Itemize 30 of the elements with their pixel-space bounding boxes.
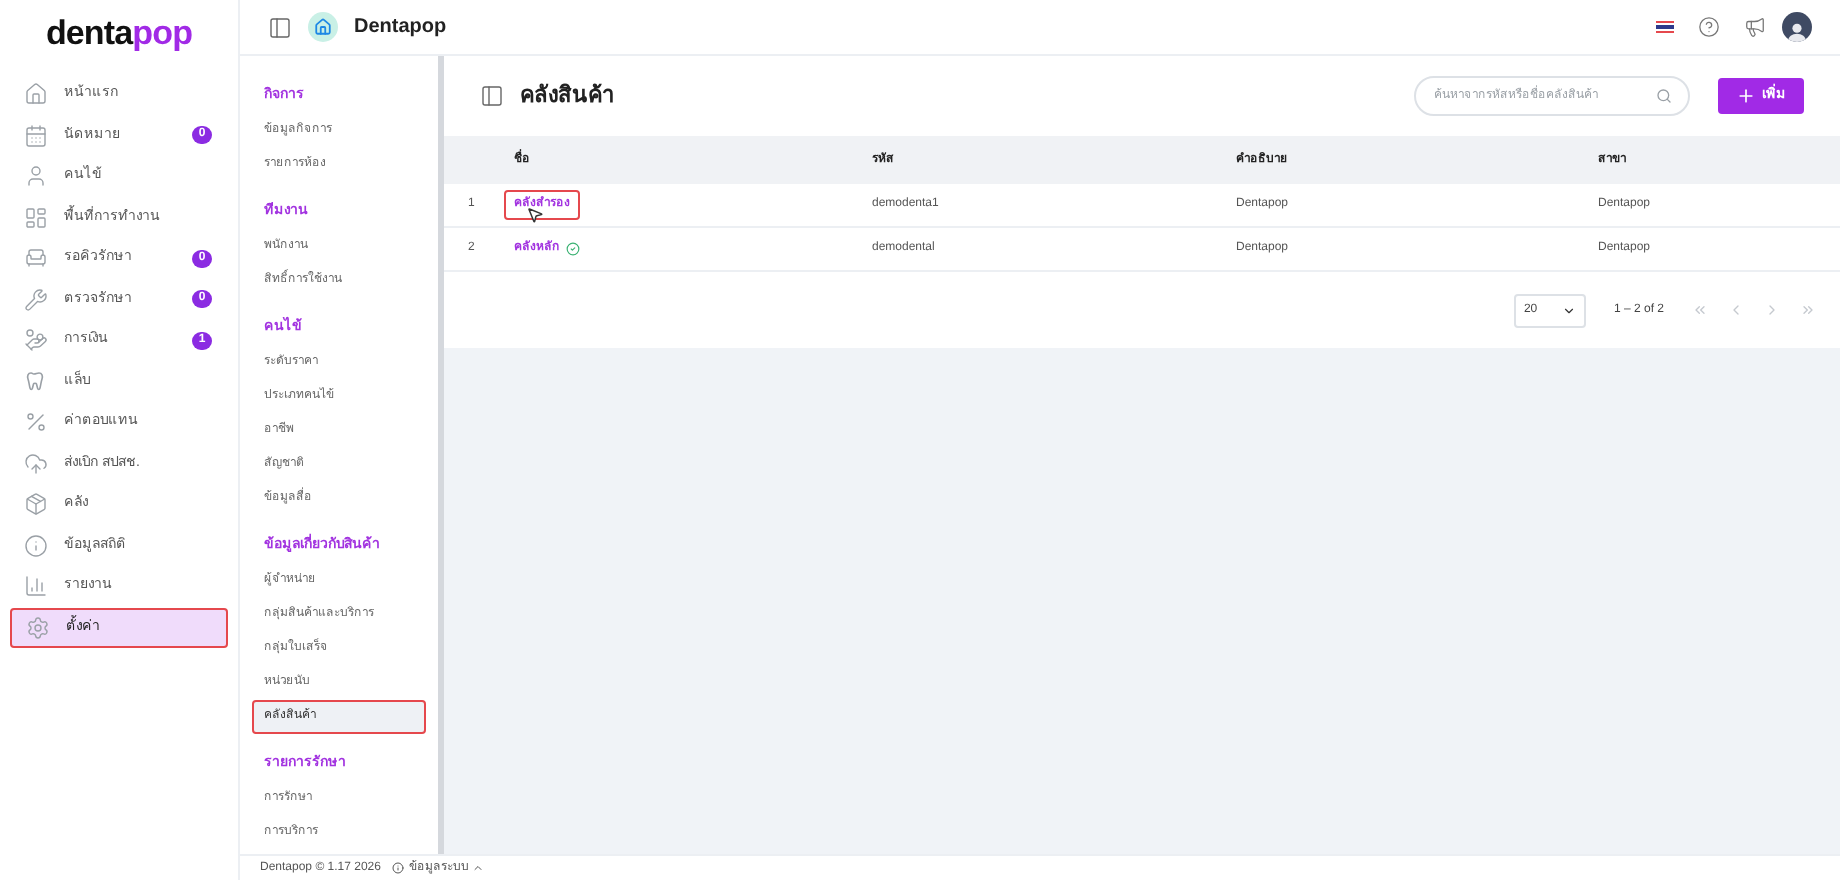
user-icon bbox=[24, 164, 48, 189]
plus-icon bbox=[1736, 86, 1756, 106]
page-title: คลังสินค้า bbox=[520, 81, 614, 112]
box-icon bbox=[24, 492, 48, 517]
calendar-icon bbox=[24, 123, 48, 148]
percent-icon bbox=[24, 410, 48, 435]
caret-icon[interactable] bbox=[472, 862, 485, 874]
megaphone-icon[interactable] bbox=[1744, 16, 1766, 38]
clinic-logo-icon bbox=[308, 12, 338, 42]
bar-chart-icon bbox=[24, 574, 48, 599]
panel-icon[interactable] bbox=[480, 84, 504, 108]
cursor-icon bbox=[526, 206, 544, 224]
help-icon[interactable] bbox=[1698, 16, 1720, 38]
settings-icon bbox=[26, 615, 50, 640]
info-icon bbox=[24, 533, 48, 558]
search-icon bbox=[1656, 88, 1672, 104]
clinic-name: Dentapop bbox=[354, 14, 447, 42]
sidebar-toggle-icon[interactable] bbox=[268, 15, 292, 39]
hand-coins-icon bbox=[24, 328, 48, 353]
avatar-icon[interactable] bbox=[1782, 12, 1812, 42]
thai-flag-icon[interactable] bbox=[1656, 20, 1674, 34]
home-icon bbox=[24, 82, 48, 107]
wrench-icon bbox=[24, 287, 48, 312]
info-icon bbox=[392, 862, 405, 874]
dropdown-icon bbox=[1561, 303, 1576, 317]
board-icon bbox=[24, 205, 48, 230]
tooth-icon bbox=[24, 369, 48, 394]
logo: dentapop bbox=[45, 12, 193, 57]
chair-icon bbox=[24, 246, 48, 271]
cloud-icon bbox=[24, 451, 48, 476]
